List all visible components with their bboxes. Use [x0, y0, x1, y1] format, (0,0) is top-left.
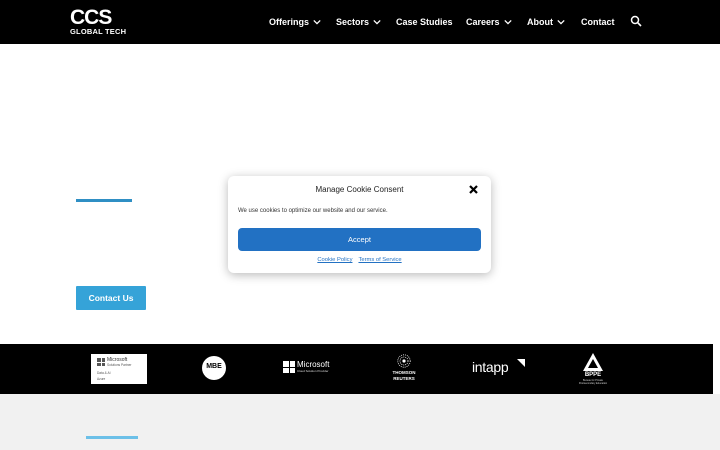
- nav-contact[interactable]: Contact: [581, 15, 615, 29]
- logo-subtitle: GLOBAL TECH: [70, 27, 127, 36]
- lower-section: [0, 394, 720, 450]
- accept-button[interactable]: Accept: [238, 228, 481, 251]
- terms-of-service-link[interactable]: Terms of Service: [358, 257, 401, 263]
- nav-label: Careers: [466, 17, 500, 27]
- chevron-down-icon: [557, 19, 565, 25]
- nav-label: About: [527, 17, 553, 27]
- mbe-logo: MBE: [202, 356, 226, 380]
- thomson-line1: THOMSON: [392, 370, 416, 375]
- nav-offerings[interactable]: Offerings: [269, 15, 321, 29]
- nav-sectors[interactable]: Sectors: [336, 15, 381, 29]
- microsoft-squares-icon: [97, 358, 105, 366]
- bppe-name: BPPE: [584, 372, 602, 378]
- cookie-consent-modal: Manage Cookie Consent We use cookies to …: [228, 176, 491, 273]
- page: CCS GLOBAL TECH Offerings Sectors Case S…: [0, 0, 720, 450]
- close-icon[interactable]: [468, 184, 479, 195]
- site-header: CCS GLOBAL TECH Offerings Sectors Case S…: [0, 0, 720, 44]
- bppe-logo: BPPE Bureau for Private Postsecondary Ed…: [577, 353, 609, 385]
- intapp-logo: intapp: [472, 357, 526, 377]
- bppe-triangle-icon: [583, 353, 603, 371]
- ms-logo-name: Microsoft: [297, 360, 330, 369]
- contact-us-button[interactable]: Contact Us: [76, 286, 146, 310]
- intapp-arrow-icon: [517, 359, 525, 367]
- hero-accent-line: [76, 199, 132, 202]
- ms-logo-tagline: Cloud Solution Provider: [297, 369, 329, 373]
- ccs-global-tech-logo[interactable]: CCS GLOBAL TECH: [70, 6, 130, 36]
- thomson-line2: REUTERS: [393, 376, 415, 381]
- thomson-reuters-logo: THOMSON REUTERS: [386, 354, 422, 382]
- nav-about[interactable]: About: [527, 15, 565, 29]
- ms-card-line1: Solutions Partner: [107, 363, 132, 367]
- microsoft-csp-logo: Microsoft Cloud Solution Provider: [283, 360, 337, 376]
- microsoft-solutions-partner-logo: Microsoft Solutions Partner Data & AI Az…: [91, 354, 147, 384]
- cookie-policy-link[interactable]: Cookie Policy: [317, 257, 352, 263]
- chevron-down-icon: [503, 19, 512, 25]
- ms-card-line2: Data & AI: [97, 371, 111, 375]
- intapp-text: intapp: [472, 359, 509, 375]
- chevron-down-icon: [313, 19, 321, 25]
- nav-label: Contact: [581, 17, 615, 27]
- mbe-text: MBE: [206, 363, 222, 370]
- nav-label: Offerings: [269, 17, 310, 27]
- cookie-message: We use cookies to optimize our website a…: [238, 208, 388, 214]
- chevron-down-icon: [373, 19, 381, 25]
- microsoft-squares-icon: [283, 361, 295, 373]
- modal-links: Cookie Policy Terms of Service: [228, 257, 491, 263]
- nav-label: Sectors: [336, 17, 370, 27]
- thomson-reuters-dots-icon: [397, 354, 411, 368]
- bppe-tagline: Bureau for Private Postsecondary Educati…: [578, 379, 608, 385]
- search-icon[interactable]: [630, 15, 642, 27]
- ms-card-line3: Azure: [97, 377, 106, 381]
- nav-case-studies[interactable]: Case Studies: [396, 15, 453, 29]
- nav-careers[interactable]: Careers: [466, 15, 512, 29]
- nav-label: Case Studies: [396, 17, 453, 27]
- logo-wordmark: CCS: [70, 6, 112, 29]
- lower-accent-line: [86, 436, 138, 439]
- modal-title: Manage Cookie Consent: [315, 185, 404, 194]
